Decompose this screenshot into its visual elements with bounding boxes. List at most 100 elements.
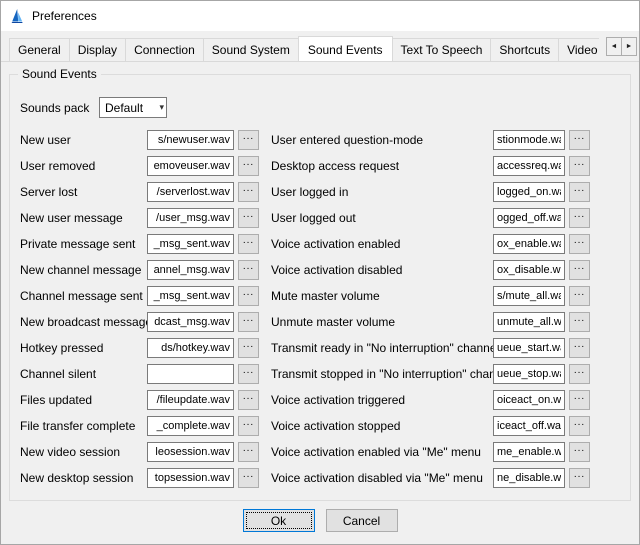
browse-button[interactable]: ... [238,390,259,410]
sound-file-input[interactable] [147,442,234,462]
browse-button[interactable]: ... [569,364,590,384]
tab-page-sound-events: Sound Events Sounds pack Default ▾ New u… [1,62,639,544]
browse-button[interactable]: ... [238,364,259,384]
event-label: New user [20,133,147,147]
sound-event-row: Transmit stopped in "No interruption" ch… [271,364,590,384]
sound-event-row: User entered question-mode... [271,130,590,150]
tab-video[interactable]: Video [558,38,599,61]
sound-file-input[interactable] [493,338,565,358]
sound-file-input[interactable] [147,390,234,410]
sound-file-input[interactable] [147,338,234,358]
tab-sound-events[interactable]: Sound Events [298,36,393,61]
sound-file-input[interactable] [147,156,234,176]
sound-file-input[interactable] [147,312,234,332]
browse-button[interactable]: ... [569,130,590,150]
sound-file-input[interactable] [147,468,234,488]
browse-button[interactable]: ... [238,338,259,358]
ok-button[interactable]: Ok [243,509,315,532]
sound-event-row: Voice activation enabled... [271,234,590,254]
browse-button[interactable]: ... [569,234,590,254]
tab-scroll-left-icon[interactable]: ◄ [606,37,622,56]
sound-file-input[interactable] [147,182,234,202]
event-label: Voice activation stopped [271,419,493,433]
event-label: User removed [20,159,147,173]
sound-file-input[interactable] [493,416,565,436]
sound-file-input[interactable] [147,364,234,384]
sound-file-input[interactable] [147,208,234,228]
cancel-button[interactable]: Cancel [326,509,398,532]
event-label: New broadcast message [20,315,147,329]
sound-file-input[interactable] [147,416,234,436]
sounds-pack-dropdown[interactable]: Default ▾ [99,97,167,118]
sound-file-input[interactable] [147,234,234,254]
sound-file-input[interactable] [147,286,234,306]
sound-file-input[interactable] [147,260,234,280]
right-column: User entered question-mode... Desktop acc… [271,130,590,494]
browse-button[interactable]: ... [238,442,259,462]
browse-button[interactable]: ... [238,130,259,150]
browse-button[interactable]: ... [238,208,259,228]
browse-button[interactable]: ... [569,416,590,436]
tab-scroll-right-icon[interactable]: ► [621,37,637,56]
sound-file-input[interactable] [493,182,565,202]
sound-file-input[interactable] [493,364,565,384]
browse-button[interactable]: ... [569,338,590,358]
event-label: New desktop session [20,471,147,485]
app-icon [9,8,25,24]
sound-file-input[interactable] [493,130,565,150]
browse-button[interactable]: ... [238,312,259,332]
browse-button[interactable]: ... [238,468,259,488]
browse-button[interactable]: ... [238,234,259,254]
browse-button[interactable]: ... [569,260,590,280]
browse-button[interactable]: ... [569,182,590,202]
sound-file-input[interactable] [493,260,565,280]
sound-file-input[interactable] [493,312,565,332]
sound-file-input[interactable] [493,442,565,462]
event-label: File transfer complete [20,419,147,433]
browse-button[interactable]: ... [569,208,590,228]
browse-button[interactable]: ... [569,468,590,488]
sound-event-row: New channel message... [20,260,259,280]
browse-button[interactable]: ... [569,312,590,332]
sound-file-input[interactable] [493,468,565,488]
sound-file-input[interactable] [493,156,565,176]
sound-file-input[interactable] [493,390,565,410]
sound-event-row: Private message sent... [20,234,259,254]
sound-event-row: Voice activation disabled via "Me" menu.… [271,468,590,488]
event-label: User entered question-mode [271,133,493,147]
browse-button[interactable]: ... [569,442,590,462]
sound-event-row: User removed... [20,156,259,176]
browse-button[interactable]: ... [569,286,590,306]
sound-event-row: New desktop session... [20,468,259,488]
sound-file-input[interactable] [493,234,565,254]
browse-button[interactable]: ... [238,416,259,436]
browse-button[interactable]: ... [569,156,590,176]
tab-display[interactable]: Display [69,38,126,61]
sound-file-input[interactable] [147,130,234,150]
tab-connection[interactable]: Connection [125,38,204,61]
browse-button[interactable]: ... [569,390,590,410]
event-label: Voice activation disabled via "Me" menu [271,471,493,485]
sounds-pack-row: Sounds pack Default ▾ [20,97,620,118]
event-label: Desktop access request [271,159,493,173]
tab-shortcuts[interactable]: Shortcuts [490,38,559,61]
event-label: Mute master volume [271,289,493,303]
left-column: New user...User removed...Server lost...… [20,130,259,494]
event-label: Voice activation disabled [271,263,493,277]
browse-button[interactable]: ... [238,156,259,176]
groupbox-title: Sound Events [18,67,101,81]
tab-text-to-speech[interactable]: Text To Speech [392,38,492,61]
browse-button[interactable]: ... [238,182,259,202]
sound-file-input[interactable] [493,286,565,306]
event-label: Voice activation enabled [271,237,493,251]
sound-file-input[interactable] [493,208,565,228]
event-label: New video session [20,445,147,459]
event-label: Transmit ready in "No interruption" chan… [271,341,493,355]
browse-button[interactable]: ... [238,260,259,280]
tab-sound-system[interactable]: Sound System [203,38,299,61]
tab-general[interactable]: General [9,38,70,61]
sound-event-row: New video session... [20,442,259,462]
event-label: New channel message [20,263,147,277]
sound-events-grid: New user...User removed...Server lost...… [20,130,620,494]
browse-button[interactable]: ... [238,286,259,306]
